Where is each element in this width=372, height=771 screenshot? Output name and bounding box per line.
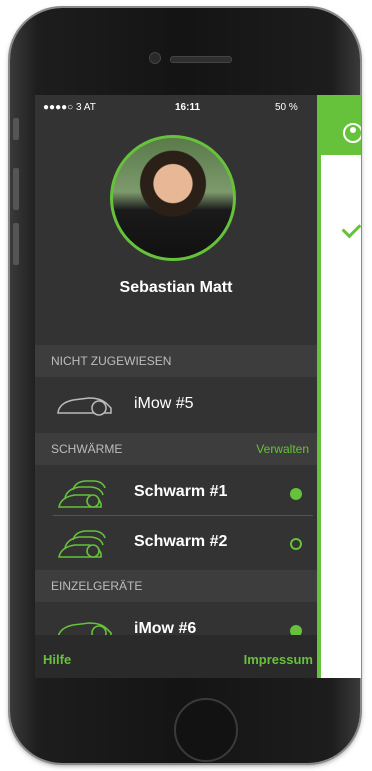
screen: ●●●●○ 3 AT 16:11 50 % Sebastian Matt NIC… (35, 95, 361, 678)
status-battery: 50 % (275, 102, 298, 113)
user-name: Sebastian Matt (119, 279, 233, 296)
profile-icon[interactable] (343, 123, 361, 143)
section-title: SCHWÄRME (51, 442, 123, 456)
checkmark-icon (341, 218, 361, 239)
front-camera (149, 52, 161, 64)
swarm-icon (55, 526, 115, 560)
volume-down-button (13, 223, 19, 265)
drawer-footer: Hilfe Impressum (35, 635, 317, 678)
list-item-swarm2[interactable]: Schwarm #2 (35, 520, 317, 565)
home-button[interactable] (174, 698, 238, 762)
list-item-label: iMow #5 (134, 395, 194, 412)
section-title: NICHT ZUGEWIESEN (51, 354, 172, 368)
status-dot-empty (290, 538, 302, 550)
status-bar: ●●●●○ 3 AT 16:11 50 % (35, 95, 317, 117)
list-item-swarm1[interactable]: Schwarm #1 (35, 470, 317, 515)
imprint-link[interactable]: Impressum (244, 652, 313, 667)
status-time: 16:11 (175, 102, 201, 113)
list-item-imow5[interactable]: iMow #5 (35, 382, 317, 427)
earpiece-speaker (170, 56, 232, 63)
mower-icon (55, 388, 115, 422)
manage-swarms-link[interactable]: Verwalten (240, 433, 309, 465)
section-header-swarms: SCHWÄRME Verwalten (35, 433, 317, 465)
list-item-label: Schwarm #1 (134, 483, 228, 500)
section-header-single-devices: EINZELGERÄTE (35, 570, 317, 602)
section-header-unassigned: NICHT ZUGEWIESEN (35, 345, 317, 377)
volume-up-button (13, 168, 19, 210)
swarm-icon (55, 476, 115, 510)
avatar[interactable] (110, 135, 236, 261)
main-content-peek[interactable] (317, 95, 361, 678)
help-link[interactable]: Hilfe (43, 652, 71, 667)
mute-switch (13, 118, 19, 140)
section-title: EINZELGERÄTE (51, 579, 143, 593)
status-carrier: ●●●●○ 3 AT (43, 102, 96, 113)
divider (53, 515, 313, 516)
navigation-drawer: ●●●●○ 3 AT 16:11 50 % Sebastian Matt NIC… (35, 95, 317, 678)
status-dot-filled (290, 488, 302, 500)
list-item-label: Schwarm #2 (134, 533, 228, 550)
main-header (321, 95, 361, 155)
